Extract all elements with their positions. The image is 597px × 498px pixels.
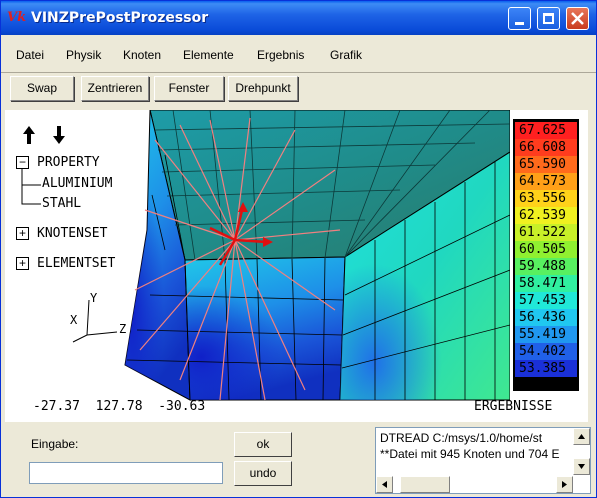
legend-value: 65.590 [515,156,577,173]
legend-value: 57.453 [515,292,577,309]
log-output[interactable]: DTREAD C:/msys/1.0/home/st **Datei mit 9… [375,427,591,494]
legend-value: 64.573 [515,173,577,190]
scroll-left-icon [382,481,387,488]
arrow-up-icon[interactable] [23,126,35,144]
menu-knoten[interactable]: Knoten [123,48,161,62]
tree-item-elementset[interactable]: ELEMENTSET [37,256,115,271]
menu-physik[interactable]: Physik [66,48,101,62]
expand-icon[interactable]: + [16,257,29,270]
scroll-up-icon [578,434,585,439]
axis-label-y: Y [90,291,98,305]
minimize-button[interactable] [508,7,531,30]
coordinate-readout: -27.37 127.78 -30.63 [33,399,206,414]
menu-ergebnis[interactable]: Ergebnis [257,48,304,62]
window-title: VINZPrePostProzessor [31,10,209,26]
legend-value: 61.522 [515,224,577,241]
axis-triad: Y Z X [70,291,126,343]
swap-button[interactable]: Swap [10,76,74,101]
scroll-up-button[interactable] [573,428,590,445]
menu-grafik[interactable]: Grafik [330,48,362,62]
arrow-down-icon[interactable] [53,126,65,144]
tree-item-property[interactable]: PROPERTY [37,155,100,170]
fenster-button[interactable]: Fenster [154,76,224,101]
menu-bar: Datei Physik Knoten Elemente Ergebnis Gr… [1,36,596,73]
menu-datei[interactable]: Datei [16,48,44,62]
color-legend: 67.625 66.608 65.590 64.573 63.556 62.539 61.5… [513,119,579,391]
app-window: Vk VINZPrePostProzessor Datei Physik Kno… [0,0,597,498]
tree-item-knotenset[interactable]: KNOTENSET [37,226,107,241]
app-icon: Vk [7,10,27,25]
3d-viewport[interactable]: − PROPERTY ALUMINIUM STAHL + KNOTENSET +… [5,110,588,422]
maximize-icon [543,13,554,24]
legend-value: 58.471 [515,275,577,292]
title-bar[interactable]: Vk VINZPrePostProzessor [1,1,596,35]
legend-value: 62.539 [515,207,577,224]
horizontal-scrollbar-thumb[interactable] [400,476,450,493]
drehpunkt-button[interactable]: Drehpunkt [228,76,298,101]
tree-item-aluminium[interactable]: ALUMINIUM [42,176,112,191]
collapse-icon[interactable]: − [16,156,29,169]
legend-value: 60.505 [515,241,577,258]
scroll-left-button[interactable] [376,476,393,493]
legend-value: 53.385 [515,360,577,377]
scroll-right-button[interactable] [556,476,573,493]
axis-label-z: Z [119,322,126,336]
maximize-button[interactable] [537,7,560,30]
minimize-icon [515,22,524,25]
ok-button[interactable]: ok [234,432,292,457]
log-line: **Datei mit 945 Knoten und 704 E [380,447,560,461]
navigation-arrows [23,126,65,144]
menu-elemente[interactable]: Elemente [183,48,234,62]
undo-button[interactable]: undo [234,461,292,486]
log-line: DTREAD C:/msys/1.0/home/st [380,431,543,445]
legend-value: 67.625 [515,122,577,139]
legend-value: 59.488 [515,258,577,275]
expand-icon[interactable]: + [16,227,29,240]
scroll-right-icon [562,481,567,488]
scroll-down-button[interactable] [573,458,590,475]
legend-value: 54.402 [515,343,577,360]
zentrieren-button[interactable]: Zentrieren [81,76,149,101]
result-label: ERGEBNISSE [474,399,553,414]
legend-value: 56.436 [515,309,577,326]
legend-value: 66.608 [515,139,577,156]
close-icon [571,12,584,25]
command-input[interactable] [29,462,223,484]
close-button[interactable] [566,7,589,30]
toolbar: Swap Zentrieren Fenster Drehpunkt [1,74,596,104]
legend-value: 55.419 [515,326,577,343]
tree-item-stahl[interactable]: STAHL [42,196,81,211]
axis-label-x: X [70,313,78,327]
legend-value: 63.556 [515,190,577,207]
scroll-down-icon [578,464,585,469]
input-label: Eingabe: [31,437,79,451]
